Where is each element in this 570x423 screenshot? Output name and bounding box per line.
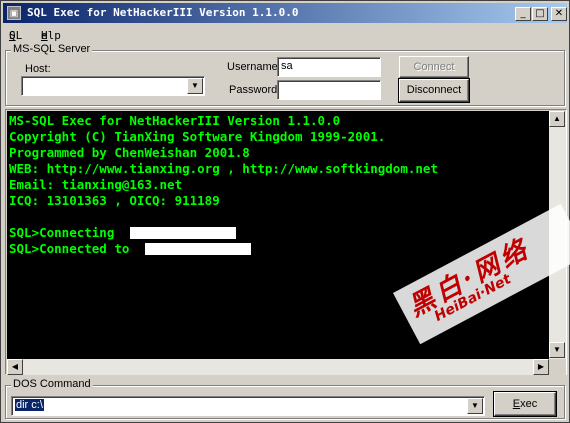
maximize-button[interactable]: □ (532, 7, 548, 21)
command-text: dir c:\ (15, 399, 44, 411)
exec-button[interactable]: Exec (493, 391, 557, 417)
console-line: Copyright (C) TianXing Software Kingdom … (9, 129, 386, 144)
menu-sql-label: QL (9, 29, 23, 42)
window-title: SQL Exec for NetHackerIII Version 1.1.0.… (27, 6, 299, 19)
password-label: Password (229, 84, 278, 96)
console-line: WEB: http://www.tianxing.org , http://ww… (9, 161, 438, 176)
chevron-down-icon[interactable]: ▼ (187, 78, 203, 94)
console-line: ICQ: 13101363 , OICQ: 911189 (9, 193, 220, 208)
console-line: MS-SQL Exec for NetHackerIII Version 1.1… (9, 113, 341, 128)
chevron-down-icon[interactable]: ▼ (467, 398, 483, 414)
server-group-label: MS-SQL Server (11, 43, 93, 55)
exec-mnemonic: E (512, 398, 521, 410)
exec-label: xec (520, 398, 538, 410)
connect-button[interactable]: Connect (399, 56, 469, 78)
command-combobox[interactable]: dir c:\ (11, 396, 485, 416)
console-line: SQL>Connected to (9, 241, 137, 256)
host-label: Host: (25, 63, 51, 75)
username-label: Username (227, 61, 278, 73)
output-console[interactable]: MS-SQL Exec for NetHackerIII Version 1.1… (5, 109, 567, 375)
console-text-area[interactable]: MS-SQL Exec for NetHackerIII Version 1.1… (7, 111, 549, 359)
arrow-up-icon[interactable]: ▲ (549, 111, 565, 127)
horizontal-scrollbar[interactable]: ◀ ▶ (7, 359, 549, 375)
menu-bar: S QL Help (3, 25, 567, 43)
close-button[interactable]: ✕ (551, 7, 567, 21)
arrow-down-icon[interactable]: ▼ (549, 342, 565, 358)
console-line: SQL>Connecting (9, 225, 122, 240)
arrow-left-icon[interactable]: ◀ (7, 359, 23, 375)
menu-help-label: elp (41, 29, 61, 42)
host-combobox[interactable] (21, 76, 205, 96)
main-window: ▣ SQL Exec for NetHackerIII Version 1.1.… (0, 0, 570, 423)
dos-group-label: DOS Command (11, 378, 93, 390)
scrollbar-corner (549, 359, 566, 375)
disconnect-button[interactable]: Disconnect (398, 78, 470, 103)
password-input[interactable] (277, 80, 381, 100)
console-line: Email: tianxing@163.net (9, 177, 183, 192)
minimize-button[interactable]: _ (515, 7, 531, 21)
app-icon: ▣ (7, 6, 21, 20)
redacted-host (130, 227, 236, 239)
title-bar[interactable]: ▣ SQL Exec for NetHackerIII Version 1.1.… (3, 3, 567, 23)
redacted-host (145, 243, 251, 255)
arrow-right-icon[interactable]: ▶ (533, 359, 549, 375)
username-input[interactable]: sa (277, 57, 381, 77)
console-line: Programmed by ChenWeishan 2001.8 (9, 145, 250, 160)
